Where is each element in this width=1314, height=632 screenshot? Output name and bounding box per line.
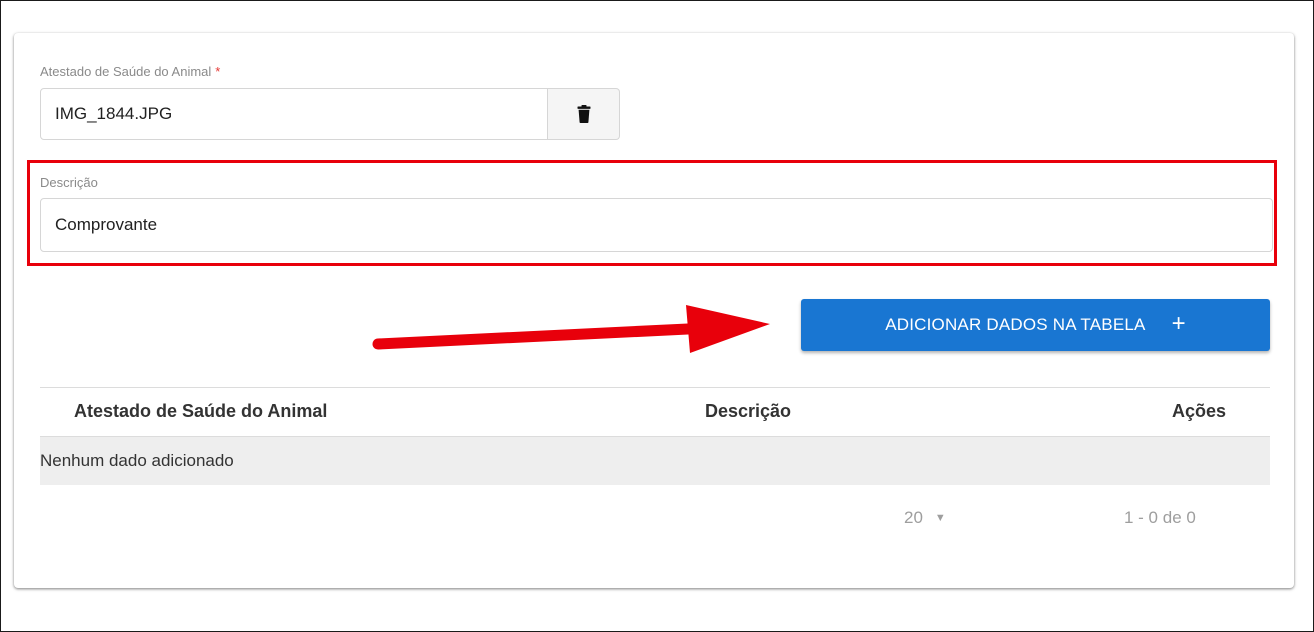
plus-icon: + — [1171, 310, 1186, 337]
column-header-description[interactable]: Descrição — [705, 401, 791, 422]
required-asterisk: * — [215, 64, 221, 79]
description-input[interactable]: Comprovante — [40, 198, 1273, 252]
description-input-value: Comprovante — [55, 215, 158, 234]
attachment-file-field[interactable]: IMG_1844.JPG — [40, 88, 548, 140]
column-header-actions: Ações — [1172, 401, 1227, 421]
pagination-range: 1 - 0 de 0 — [1124, 508, 1196, 527]
caret-down-icon: ▼ — [934, 512, 946, 524]
annotation-arrow-icon — [372, 305, 770, 353]
add-to-table-button[interactable]: ADICIONAR DADOS NA TABELA + — [801, 299, 1270, 351]
add-button-label: ADICIONAR DADOS NA TABELA — [885, 315, 1146, 334]
table-top-divider — [40, 387, 1270, 388]
page-size-value: 20 — [904, 508, 923, 527]
delete-attachment-button[interactable] — [548, 88, 620, 140]
empty-message: Nenhum dado adicionado — [40, 451, 234, 470]
trash-icon — [577, 105, 590, 123]
column-header-attachment[interactable]: Atestado de Saúde do Animal — [74, 401, 327, 422]
attachment-file-name: IMG_1844.JPG — [55, 104, 173, 123]
page-size-select[interactable]: 20 ▼ — [904, 508, 946, 528]
attachment-label-text: Atestado de Saúde do Animal — [40, 64, 212, 79]
attachment-label: Atestado de Saúde do Animal * — [40, 64, 220, 79]
description-label: Descrição — [40, 175, 98, 190]
table-empty-row: Nenhum dado adicionado — [40, 437, 1270, 485]
